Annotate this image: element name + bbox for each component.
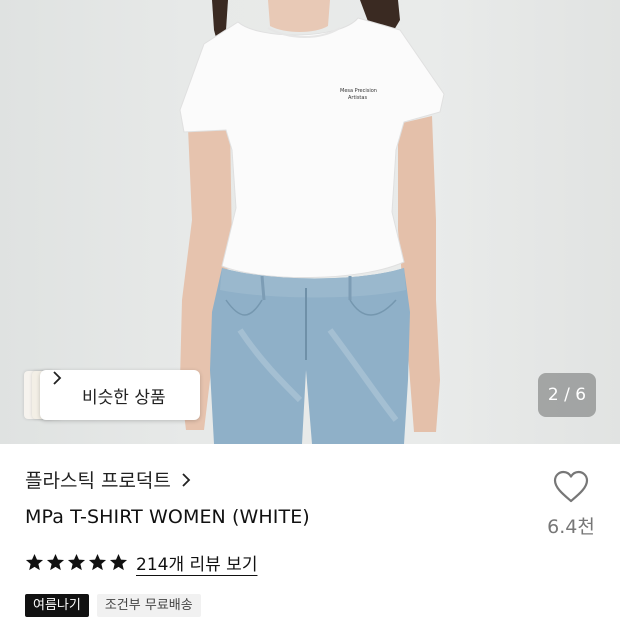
tag-summer: 여름나기 [25,594,89,617]
svg-text:Artistas: Artistas [348,95,367,101]
similar-products-label: 비슷한 상품 [82,387,166,408]
chevron-right-icon [182,472,191,487]
heart-icon [553,470,589,503]
like-count: 6.4천 [547,516,595,538]
product-tags: 여름나기 조건부 무료배송 [25,594,201,617]
brand-name: 플라스틱 프로덕트 [25,470,171,492]
product-image-carousel[interactable]: Mesa Precision Artistas 비슷한 상품 2 / 6 [0,0,620,444]
brand-link[interactable]: 플라스틱 프로덕트 [25,466,191,493]
star-icon [88,553,107,571]
tag-free-shipping: 조건부 무료배송 [96,594,201,617]
chevron-right-icon [53,371,62,385]
rating-stars [25,553,128,572]
star-icon [25,553,44,571]
star-icon [67,553,86,571]
similar-products-button[interactable]: 비슷한 상품 [24,370,200,420]
similar-products-pill[interactable]: 비슷한 상품 [40,370,200,420]
like-button[interactable]: 6.4천 [538,470,604,546]
svg-text:Mesa Precision: Mesa Precision [340,88,377,94]
star-icon [109,553,128,571]
star-icon [46,553,65,571]
rating-row: 214개 리뷰 보기 [25,550,257,575]
review-link[interactable]: 214개 리뷰 보기 [136,550,257,575]
image-page-counter: 2 / 6 [538,373,596,417]
product-title: MPa T-SHIRT WOMEN (WHITE) [25,506,310,528]
